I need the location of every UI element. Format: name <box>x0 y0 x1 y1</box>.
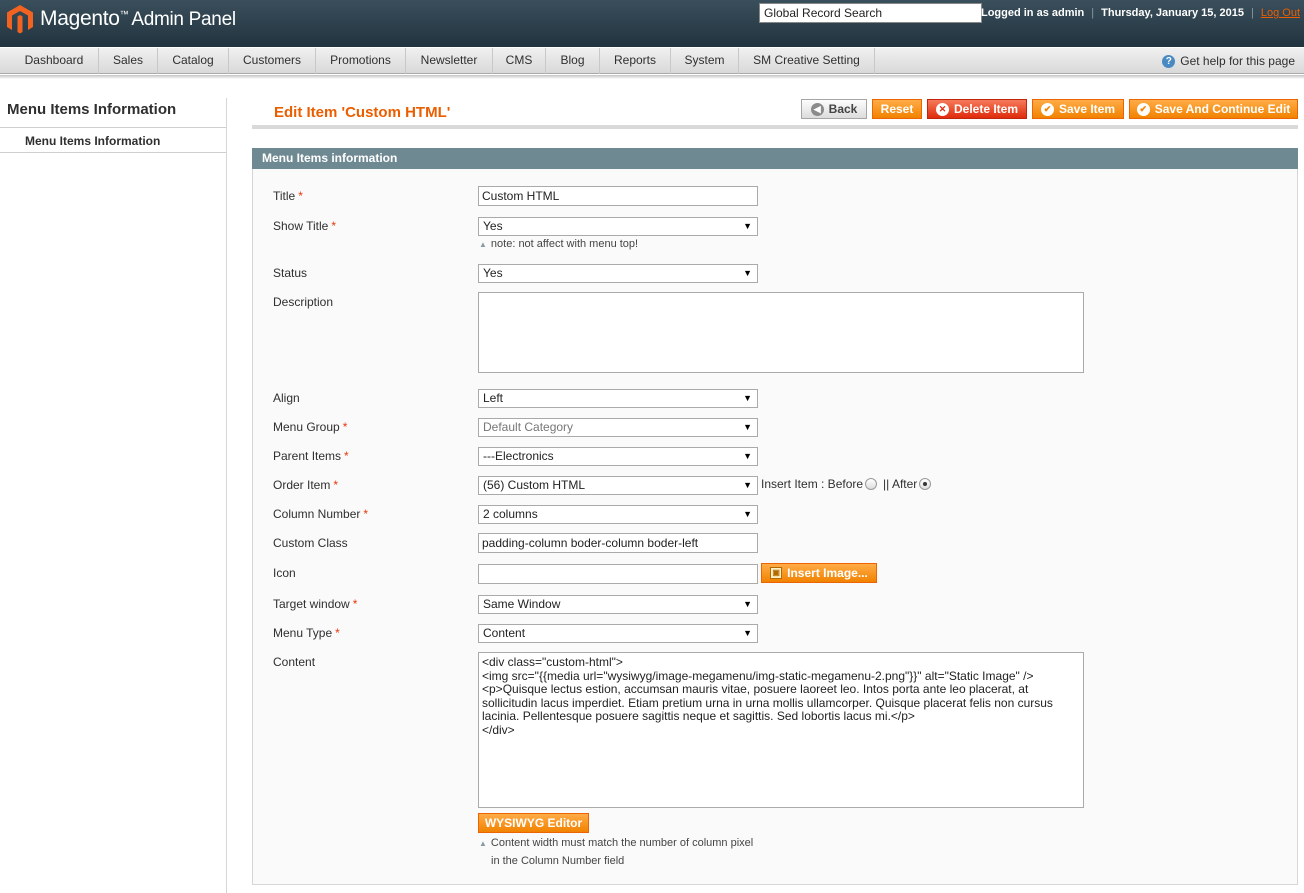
nav-system[interactable]: System <box>671 48 739 74</box>
delete-item-button[interactable]: ✕ Delete Item <box>927 99 1027 119</box>
note-arrow-icon: ▲ <box>479 839 487 848</box>
page-title: Edit Item 'Custom HTML' <box>274 104 451 121</box>
column-number-label: Column Number * <box>273 507 369 521</box>
content-label: Content <box>273 655 316 669</box>
sidebar: Menu Items Information Menu Items Inform… <box>0 98 227 893</box>
dropdown-arrow-icon: ▼ <box>743 393 752 403</box>
help-icon: ? <box>1162 54 1176 68</box>
content-textarea[interactable]: <div class="custom-html"> <img src="{{me… <box>478 652 1084 808</box>
reset-button[interactable]: Reset <box>872 99 922 119</box>
custom-class-label: Custom Class <box>273 536 348 550</box>
description-label: Description <box>273 295 334 309</box>
note-arrow-icon: ▲ <box>479 240 487 249</box>
align-select[interactable]: Left ▼ <box>478 389 758 408</box>
content-note-line-2: in the Column Number field <box>491 855 625 867</box>
dropdown-arrow-icon: ▼ <box>743 599 752 609</box>
delete-icon: ✕ <box>935 102 949 116</box>
column-number-select[interactable]: 2 columns ▼ <box>478 505 758 524</box>
nav-dashboard[interactable]: Dashboard <box>10 48 99 74</box>
dropdown-arrow-icon: ▼ <box>743 221 752 231</box>
insert-image-button[interactable]: ▣ Insert Image... <box>761 563 877 583</box>
align-label: Align <box>273 391 300 405</box>
show-title-select[interactable]: Yes ▼ <box>478 217 758 236</box>
nav-catalog[interactable]: Catalog <box>158 48 229 74</box>
dropdown-arrow-icon: ▼ <box>743 451 752 461</box>
dropdown-arrow-icon: ▼ <box>743 628 752 638</box>
nav-sm-creative-setting[interactable]: SM Creative Setting <box>739 48 875 74</box>
status-select[interactable]: Yes ▼ <box>478 264 758 283</box>
wysiwyg-editor-button[interactable]: WYSIWYG Editor <box>478 813 589 833</box>
title-label: Title * <box>273 189 303 203</box>
fieldset-header: Menu Items information <box>252 148 1298 169</box>
nav-promotions[interactable]: Promotions <box>316 48 406 74</box>
check-icon: ✔ <box>1136 102 1150 116</box>
menu-type-select[interactable]: Content ▼ <box>478 624 758 643</box>
icon-label: Icon <box>273 566 296 580</box>
target-window-select[interactable]: Same Window ▼ <box>478 595 758 614</box>
description-textarea[interactable] <box>478 292 1084 373</box>
check-icon: ✔ <box>1040 102 1054 116</box>
order-item-label: Order Item * <box>273 478 339 492</box>
target-window-label: Target window * <box>273 597 358 611</box>
back-button[interactable]: ◀ Back <box>801 99 867 119</box>
help-link[interactable]: ? Get help for this page <box>1162 48 1295 74</box>
back-arrow-icon: ◀ <box>810 102 824 116</box>
header-bar: Magento™Admin Panel Logged in as admin |… <box>0 0 1304 47</box>
nav-customers[interactable]: Customers <box>229 48 316 74</box>
sidebar-tab-menu-items-information[interactable]: Menu Items Information <box>25 134 160 148</box>
show-title-note: ▲ note: not affect with menu top! <box>479 238 639 250</box>
logout-link[interactable]: Log Out <box>1261 7 1300 19</box>
nav-newsletter[interactable]: Newsletter <box>406 48 493 74</box>
menu-group-select[interactable]: Default Category ▼ <box>478 418 758 437</box>
nav-cms[interactable]: CMS <box>493 48 546 74</box>
magento-logo-icon <box>7 5 33 34</box>
custom-class-input[interactable]: padding-column boder-column boder-left <box>478 533 758 553</box>
dropdown-arrow-icon: ▼ <box>743 509 752 519</box>
show-title-label: Show Title * <box>273 219 337 233</box>
brand-name: Magento <box>40 7 120 30</box>
dropdown-arrow-icon: ▼ <box>743 480 752 490</box>
dropdown-arrow-icon: ▼ <box>743 268 752 278</box>
help-text: Get help for this page <box>1180 54 1295 68</box>
sidebar-title: Menu Items Information <box>7 101 177 118</box>
main-nav: Dashboard Sales Catalog Customers Promot… <box>0 47 1304 74</box>
magento-logo[interactable]: Magento™ Admin Panel <box>6 4 236 34</box>
parent-items-select[interactable]: ---Electronics ▼ <box>478 447 758 466</box>
icon-input[interactable] <box>478 564 758 584</box>
current-date: Thursday, January 15, 2015 <box>1101 7 1244 19</box>
nav-blog[interactable]: Blog <box>546 48 600 74</box>
menu-type-label: Menu Type * <box>273 626 340 640</box>
insert-before-radio[interactable] <box>865 478 878 490</box>
global-search-input[interactable] <box>759 3 982 23</box>
save-and-continue-button[interactable]: ✔ Save And Continue Edit <box>1129 99 1298 119</box>
brand-suffix: Admin Panel <box>131 9 236 30</box>
nav-reports[interactable]: Reports <box>600 48 671 74</box>
nav-sales[interactable]: Sales <box>99 48 158 74</box>
save-item-button[interactable]: ✔ Save Item <box>1032 99 1124 119</box>
title-input[interactable]: Custom HTML <box>478 186 758 206</box>
insert-after-radio[interactable] <box>919 478 932 490</box>
image-icon: ▣ <box>770 567 783 579</box>
content-note: ▲ Content width must match the number of … <box>479 837 754 849</box>
parent-items-label: Parent Items * <box>273 449 349 463</box>
status-label: Status <box>273 266 308 280</box>
order-item-select[interactable]: (56) Custom HTML ▼ <box>478 476 758 495</box>
insert-item-options: Insert Item : Before || After <box>761 477 932 491</box>
dropdown-arrow-icon: ▼ <box>743 422 752 432</box>
header-user-info: Logged in as admin | Thursday, January 1… <box>980 7 1300 19</box>
logged-in-text: Logged in as admin <box>980 7 1085 19</box>
menu-group-label: Menu Group * <box>273 420 348 434</box>
